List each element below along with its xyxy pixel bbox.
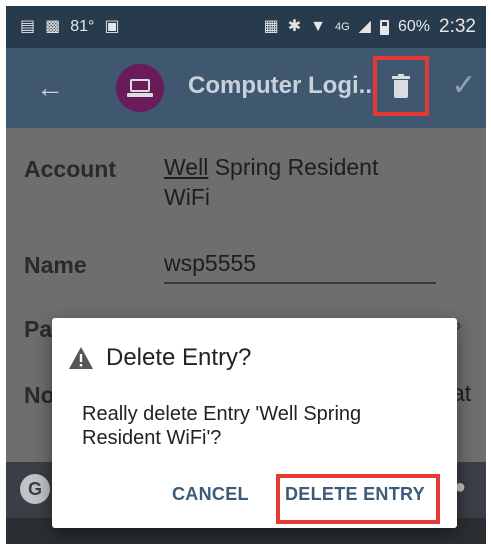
delete-button[interactable] [373,56,429,116]
battery-icon [379,19,389,35]
account-field[interactable]: Well Spring Resident WiFi [164,152,378,212]
battery-percent: 60% [397,18,431,35]
status-bar: ▤ ▩ 81° ▣ ▦ ✱ ▼ 4G ◢ 60% 2:32 [6,6,486,48]
delete-entry-button[interactable]: DELETE ENTRY [285,484,425,505]
message-icon: ▤ [20,18,36,35]
notes-label: No [24,382,55,408]
back-button[interactable]: ← [32,70,68,106]
toolbar: ← Computer Logi... ✓ [6,48,486,128]
trash-icon [392,74,410,98]
dialog-message: Really delete Entry 'Well Spring Residen… [82,403,362,449]
name-field-underline [164,282,436,284]
nfc-icon: ▦ [263,18,279,35]
status-bar-left: ▤ ▩ 81° ▣ [20,17,120,37]
bluetooth-icon: ✱ [287,18,302,35]
laptop-icon [127,79,153,97]
password-label: Pa [24,316,53,342]
check-icon: ✓ [451,69,477,102]
clock: 2:32 [439,16,476,37]
account-value-underlined: Well [164,154,209,180]
network-type: 4G [334,21,350,33]
entry-avatar[interactable] [116,64,164,112]
arrow-left-icon: ← [36,72,64,103]
google-icon[interactable]: G [20,474,50,504]
dialog-header: Delete Entry? [68,344,251,372]
phone-screen: ▤ ▩ 81° ▣ ▦ ✱ ▼ 4G ◢ 60% 2:32 ← Computer… [6,6,486,544]
account-value-rest: Spring Resident [208,154,379,180]
dialog-title: Delete Entry? [106,344,252,371]
name-field[interactable]: wsp5555 [164,248,256,278]
account-label: Account [24,156,116,182]
warning-icon [68,346,94,370]
save-button[interactable]: ✓ [446,68,482,104]
cancel-button[interactable]: CANCEL [172,484,249,505]
gallery-icon: ▣ [104,18,120,35]
wifi-icon: ▼ [310,18,326,35]
signal-icon: ◢ [358,18,371,35]
temperature: 81° [70,18,95,35]
outlook-icon: ▩ [45,18,61,35]
delete-dialog: Delete Entry? Really delete Entry 'Well … [52,318,457,528]
dialog-actions: CANCEL DELETE ENTRY [52,474,457,524]
account-value-line2: WiFi [164,184,210,210]
status-bar-right: ▦ ✱ ▼ 4G ◢ 60% 2:32 [264,16,476,38]
name-label: Name [24,252,87,278]
entry-title: Computer Logi... [188,72,379,99]
